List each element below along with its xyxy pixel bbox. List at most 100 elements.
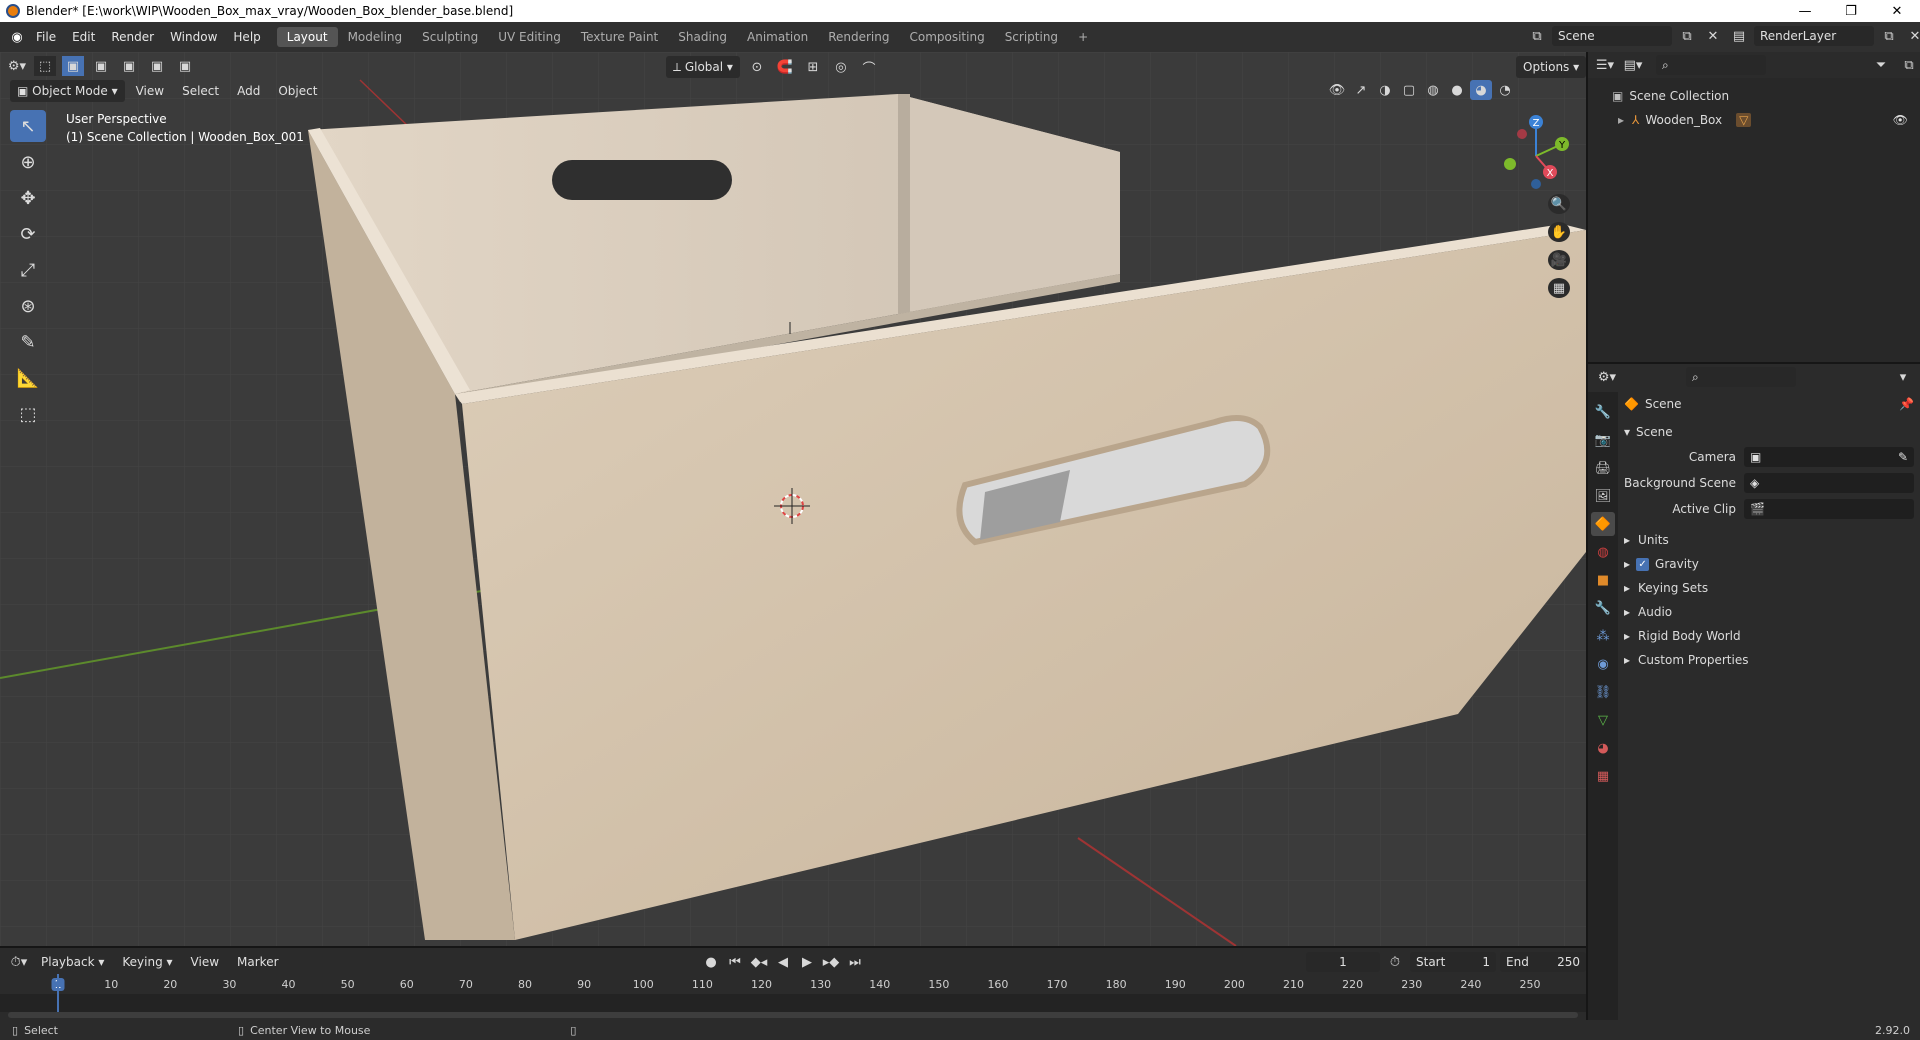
outliner-search-input[interactable]: ⌕ bbox=[1656, 55, 1766, 75]
tab-rendering[interactable]: Rendering bbox=[818, 27, 899, 47]
tool-tab-icon[interactable]: 🔧 bbox=[1591, 400, 1615, 424]
menu-edit[interactable]: Edit bbox=[64, 30, 103, 44]
viewport-menu-add[interactable]: Add bbox=[230, 80, 267, 102]
panel-keying-sets[interactable]: ▸ Keying Sets bbox=[1624, 576, 1914, 600]
select-box-mode-icon[interactable]: ▣ bbox=[62, 56, 84, 76]
zoom-icon[interactable]: 🔍 bbox=[1548, 194, 1570, 214]
camera-view-icon[interactable]: 🎥 bbox=[1548, 250, 1570, 270]
properties-editor-type-icon[interactable]: ⚙▾ bbox=[1596, 367, 1618, 387]
menu-help[interactable]: Help bbox=[225, 30, 268, 44]
expand-arrow-icon[interactable]: ▸ bbox=[1618, 113, 1624, 127]
select-invert-icon[interactable]: ▣ bbox=[146, 56, 168, 76]
scene-tab-icon[interactable]: 🔶 bbox=[1591, 512, 1615, 536]
blender-menu-icon[interactable]: ◉ bbox=[6, 27, 28, 47]
maximize-button[interactable]: ❐ bbox=[1828, 0, 1874, 22]
select-intersect-icon[interactable]: ▣ bbox=[174, 56, 196, 76]
menu-window[interactable]: Window bbox=[162, 30, 225, 44]
tab-layout[interactable]: Layout bbox=[276, 27, 338, 47]
new-view-layer-icon[interactable]: ⧉ bbox=[1878, 26, 1900, 46]
select-extend-icon[interactable]: ▣ bbox=[90, 56, 112, 76]
new-collection-icon[interactable]: ⧉ bbox=[1898, 55, 1920, 75]
particles-tab-icon[interactable]: ⁂ bbox=[1591, 624, 1615, 648]
panel-gravity[interactable]: ▸ ✓ Gravity bbox=[1624, 552, 1914, 576]
render-tab-icon[interactable]: 📷 bbox=[1591, 428, 1615, 452]
menu-render[interactable]: Render bbox=[103, 30, 162, 44]
tab-modeling[interactable]: Modeling bbox=[338, 27, 413, 47]
rendered-shading-icon[interactable]: ◔ bbox=[1494, 80, 1516, 100]
viewport-menu-object[interactable]: Object bbox=[271, 80, 324, 102]
active-clip-field[interactable]: 🎬 bbox=[1744, 499, 1914, 519]
outliner-row-scene-collection[interactable]: ▣ Scene Collection bbox=[1612, 84, 1920, 108]
snap-icon[interactable]: 🧲 bbox=[774, 57, 796, 77]
xray-icon[interactable]: ▢ bbox=[1398, 80, 1420, 100]
output-tab-icon[interactable]: 🖨 bbox=[1591, 456, 1615, 480]
material-preview-icon[interactable]: ◕ bbox=[1470, 80, 1492, 100]
delete-view-layer-icon[interactable]: ✕ bbox=[1904, 26, 1920, 46]
navigation-gizmo[interactable]: Z Y X bbox=[1496, 112, 1576, 192]
transform-tool-icon[interactable]: ⊛ bbox=[10, 290, 46, 322]
world-tab-icon[interactable]: ◍ bbox=[1591, 540, 1615, 564]
outliner-editor-type-icon[interactable]: ☰▾ bbox=[1594, 55, 1616, 75]
overlays-icon[interactable]: ◑ bbox=[1374, 80, 1396, 100]
3d-viewport[interactable]: ⚙▾ ⬚ ▣ ▣ ▣ ▣ ▣ ⟂ Global ▾ ⊙ 🧲 ⊞ ◎ ⌒ Opti… bbox=[0, 52, 1586, 946]
display-mode-icon[interactable]: ▤▾ bbox=[1622, 55, 1644, 75]
options-dropdown[interactable]: Options ▾ bbox=[1516, 56, 1586, 78]
tab-texture-paint[interactable]: Texture Paint bbox=[571, 27, 668, 47]
proportional-edit-icon[interactable]: ◎ bbox=[830, 57, 852, 77]
solid-shading-icon[interactable]: ● bbox=[1446, 80, 1468, 100]
eyedropper-icon[interactable]: ✎ bbox=[1898, 450, 1908, 464]
tab-sculpting[interactable]: Sculpting bbox=[412, 27, 488, 47]
constraints-tab-icon[interactable]: ⛓ bbox=[1591, 680, 1615, 704]
new-scene-icon[interactable]: ⧉ bbox=[1676, 26, 1698, 46]
start-frame-field[interactable]: Start 1 bbox=[1410, 952, 1496, 972]
play-reverse-icon[interactable]: ◀ bbox=[772, 952, 794, 972]
background-scene-field[interactable]: ◈ bbox=[1744, 473, 1914, 493]
pivot-point-icon[interactable]: ⊙ bbox=[746, 57, 768, 77]
next-keyframe-icon[interactable]: ▸◆ bbox=[820, 952, 842, 972]
tab-scripting[interactable]: Scripting bbox=[995, 27, 1068, 47]
texture-tab-icon[interactable]: ▦ bbox=[1591, 764, 1615, 788]
tab-compositing[interactable]: Compositing bbox=[899, 27, 994, 47]
timeline-menu-playback[interactable]: Playback ▾ bbox=[34, 951, 111, 973]
keyframe-track[interactable] bbox=[0, 994, 1586, 1012]
outliner-row-wooden-box[interactable]: ▸ ⅄ Wooden_Box ▽ 👁 bbox=[1612, 108, 1920, 132]
render-layer-field[interactable]: RenderLayer bbox=[1754, 26, 1874, 46]
wireframe-shading-icon[interactable]: ◍ bbox=[1422, 80, 1444, 100]
timeline-scrollbar[interactable] bbox=[8, 1012, 1578, 1018]
select-box-icon[interactable]: ↖ bbox=[10, 110, 46, 142]
visibility-icon[interactable]: 👁 bbox=[1326, 80, 1348, 100]
object-data-icon[interactable]: ▽ bbox=[1736, 113, 1752, 127]
timeline-menu-view[interactable]: View bbox=[184, 951, 226, 973]
view-layer-tab-icon[interactable]: 🖼 bbox=[1591, 484, 1615, 508]
scene-selector-icon[interactable]: ⧉ bbox=[1526, 26, 1548, 46]
timeline-menu-keying[interactable]: Keying ▾ bbox=[115, 951, 179, 973]
object-mode-dropdown[interactable]: ▣ Object Mode ▾ bbox=[10, 80, 125, 102]
snap-target-icon[interactable]: ⊞ bbox=[802, 57, 824, 77]
add-cube-tool-icon[interactable]: ⬚ bbox=[10, 398, 46, 430]
physics-tab-icon[interactable]: ◉ bbox=[1591, 652, 1615, 676]
panel-custom-properties[interactable]: ▸ Custom Properties bbox=[1624, 648, 1914, 672]
timeline-editor-type-icon[interactable]: ⏱▾ bbox=[8, 952, 30, 972]
delete-scene-icon[interactable]: ✕ bbox=[1702, 26, 1724, 46]
tab-uv-editing[interactable]: UV Editing bbox=[488, 27, 571, 47]
playhead[interactable] bbox=[57, 974, 59, 1014]
pin-icon[interactable]: 📌 bbox=[1899, 397, 1914, 411]
end-frame-field[interactable]: End 250 bbox=[1500, 952, 1586, 972]
falloff-icon[interactable]: ⌒ bbox=[858, 57, 880, 77]
close-button[interactable]: ✕ bbox=[1874, 0, 1920, 22]
panel-rigid-body-world[interactable]: ▸ Rigid Body World bbox=[1624, 624, 1914, 648]
material-tab-icon[interactable]: ◕ bbox=[1591, 736, 1615, 760]
data-tab-icon[interactable]: ▽ bbox=[1591, 708, 1615, 732]
annotate-tool-icon[interactable]: ✎ bbox=[10, 326, 46, 358]
scale-tool-icon[interactable]: ⤢ bbox=[10, 254, 46, 286]
view-layer-icon[interactable]: ▤ bbox=[1728, 26, 1750, 46]
prev-keyframe-icon[interactable]: ◆◂ bbox=[748, 952, 770, 972]
rotate-tool-icon[interactable]: ⟳ bbox=[10, 218, 46, 250]
select-subtract-icon[interactable]: ▣ bbox=[118, 56, 140, 76]
properties-search-input[interactable]: ⌕ bbox=[1686, 367, 1796, 387]
minimize-button[interactable]: — bbox=[1782, 0, 1828, 22]
jump-start-icon[interactable]: ⏮ bbox=[724, 952, 746, 972]
move-tool-icon[interactable]: ✥ bbox=[10, 182, 46, 214]
modifier-tab-icon[interactable]: 🔧 bbox=[1591, 596, 1615, 620]
viewport-menu-view[interactable]: View bbox=[129, 80, 171, 102]
